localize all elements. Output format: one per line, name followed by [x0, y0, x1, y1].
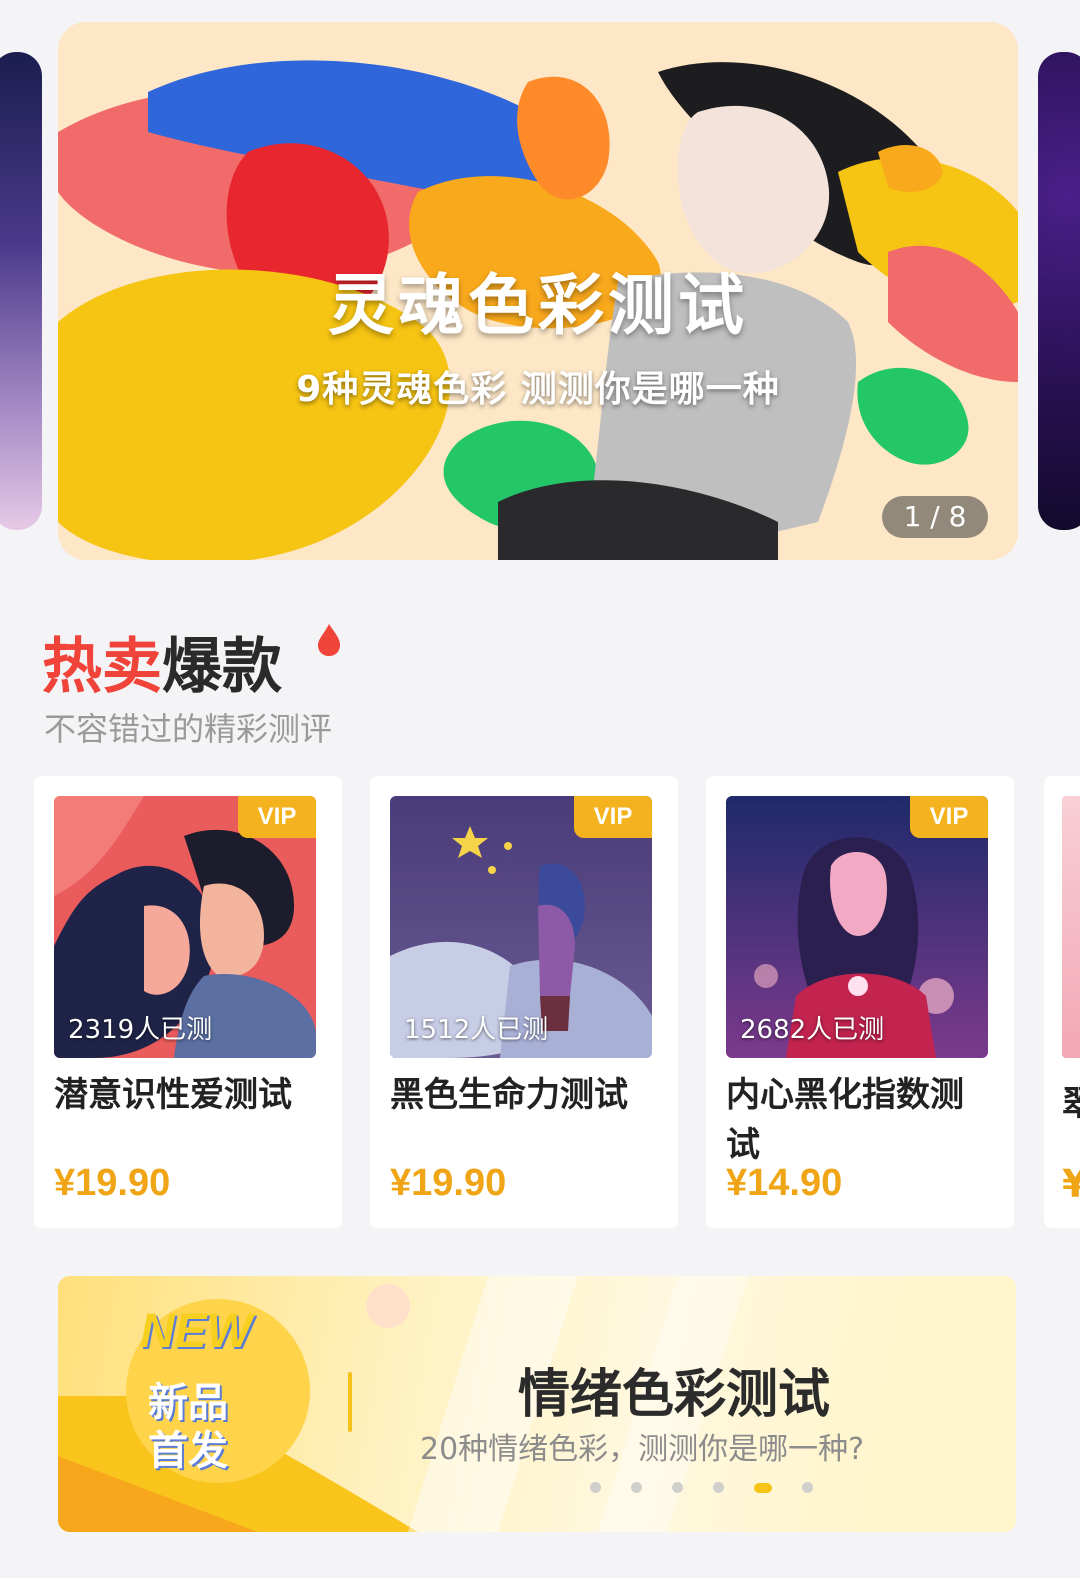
- product-card[interactable]: VIP 1512人已测 黑色生命力测试 ¥19.90: [370, 776, 678, 1228]
- section-subtitle: 不容错过的精彩测评: [44, 710, 333, 748]
- product-name: 内心黑化指数测试: [726, 1075, 964, 1165]
- flame-icon: [318, 624, 340, 656]
- carousel-dot-active[interactable]: [754, 1482, 772, 1493]
- section-title-rest: 爆款: [162, 632, 282, 702]
- vip-badge: VIP: [574, 796, 652, 838]
- carousel-dot[interactable]: [713, 1482, 724, 1493]
- product-thumbnail: VIP 2682人已测: [726, 796, 988, 1058]
- banner-subtitle: 9种灵魂色彩 测测你是哪一种: [296, 369, 780, 410]
- banner-current[interactable]: 灵魂色彩测试 9种灵魂色彩 测测你是哪一种 1 / 8: [58, 22, 1018, 560]
- previous-banner-card[interactable]: [0, 52, 42, 530]
- product-name: 潜意识性爱测试: [54, 1075, 292, 1115]
- product-card-partial[interactable]: 翠 ¥: [1044, 776, 1080, 1228]
- tested-count: 1512人已测: [404, 1015, 549, 1045]
- product-card[interactable]: VIP 2319人已测 潜意识性爱测试 ¥19.90: [34, 776, 342, 1228]
- tested-count: 2682人已测: [740, 1015, 885, 1045]
- new-badge-en: NEW: [140, 1305, 252, 1358]
- product-thumbnail: VIP 1512人已测: [390, 796, 652, 1058]
- carousel-dot[interactable]: [802, 1482, 813, 1493]
- new-banner-subtitle: 20种情绪色彩，测测你是哪一种?: [420, 1432, 865, 1467]
- carousel-dot[interactable]: [631, 1482, 642, 1493]
- vip-badge: VIP: [238, 796, 316, 838]
- product-price: ¥19.90: [54, 1162, 171, 1204]
- banner-title: 灵魂色彩测试: [328, 267, 748, 344]
- product-price: ¥: [1062, 1162, 1080, 1206]
- carousel-dots[interactable]: [590, 1482, 813, 1493]
- vip-badge: VIP: [910, 796, 988, 838]
- product-thumbnail: VIP 2319人已测: [54, 796, 316, 1058]
- new-banner-title: 情绪色彩测试: [518, 1365, 831, 1425]
- product-name: 黑色生命力测试: [390, 1075, 628, 1115]
- tested-count: 2319人已测: [68, 1015, 213, 1045]
- carousel-dot[interactable]: [672, 1482, 683, 1493]
- product-price: ¥19.90: [390, 1162, 507, 1204]
- new-product-banner[interactable]: NEW 新品 首发 情绪色彩测试 20种情绪色彩，测测你是哪一种?: [58, 1276, 1016, 1532]
- new-badge-cn-line2: 首发: [148, 1428, 228, 1474]
- divider: [348, 1372, 352, 1432]
- product-card[interactable]: VIP 2682人已测 内心黑化指数测试 ¥14.90: [706, 776, 1014, 1228]
- section-title: 热卖爆款: [42, 618, 282, 705]
- banner-carousel[interactable]: 灵魂色彩测试 9种灵魂色彩 测测你是哪一种 1 / 8: [0, 0, 1080, 590]
- product-name: 翠: [1062, 1084, 1080, 1124]
- next-banner-card[interactable]: [1038, 52, 1080, 530]
- carousel-dot[interactable]: [590, 1482, 601, 1493]
- section-title-hot: 热卖: [42, 632, 162, 702]
- product-thumbnail: [1062, 796, 1080, 1058]
- product-price: ¥14.90: [726, 1162, 843, 1204]
- banner-page-indicator: 1 / 8: [882, 496, 988, 538]
